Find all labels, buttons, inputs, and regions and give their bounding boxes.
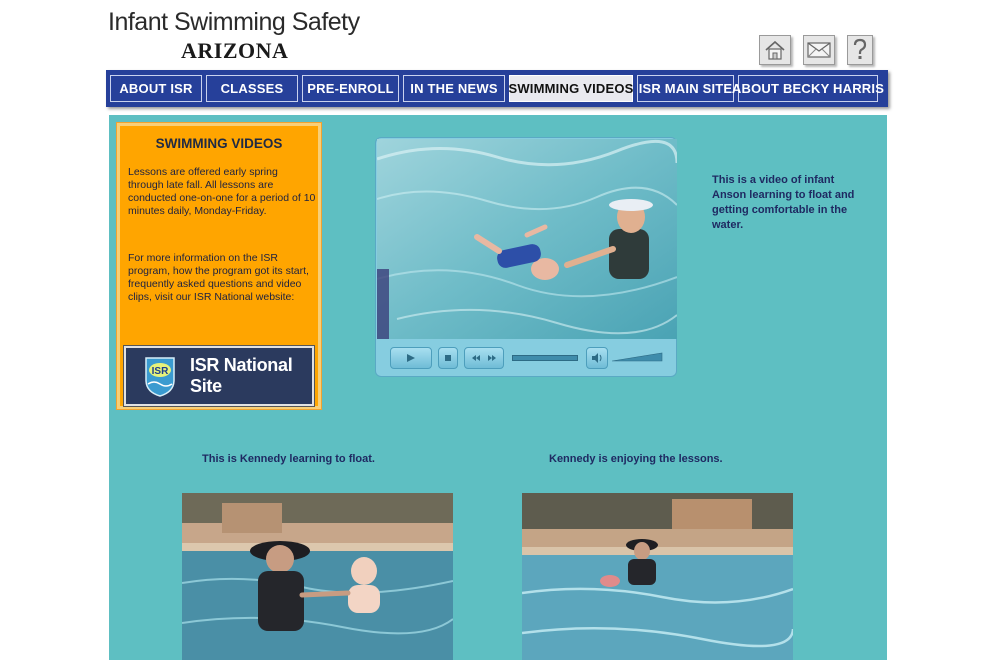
nav-classes[interactable]: CLASSES	[206, 75, 298, 102]
sidebar-info-box: SWIMMING VIDEOS Lessons are offered earl…	[116, 122, 322, 410]
volume-slider[interactable]	[612, 352, 664, 362]
nav-swimming-videos[interactable]: SWIMMING VIDEOS	[508, 75, 633, 102]
main-video-caption: This is a video of infant Anson learning…	[712, 174, 855, 231]
stop-button[interactable]	[438, 347, 458, 369]
video-controls	[376, 340, 676, 376]
site-subtitle: ARIZONA	[181, 38, 289, 63]
nav-pre-enroll[interactable]: PRE-ENROLL	[302, 75, 399, 102]
video-frame[interactable]	[377, 139, 677, 339]
nav-in-the-news[interactable]: IN THE NEWS	[403, 75, 505, 102]
play-button[interactable]	[390, 347, 432, 369]
header-icons	[759, 35, 873, 65]
stop-icon	[445, 355, 451, 361]
play-icon	[407, 354, 415, 362]
rewind-forward-icon	[472, 355, 496, 361]
nav-isr-main-site[interactable]: ISR MAIN SITE	[637, 75, 734, 102]
isr-national-site-link[interactable]: ISR ISR National Site	[123, 345, 315, 407]
left-photo-caption: This is Kennedy learning to float.	[202, 453, 375, 465]
nav-about-becky-harris[interactable]: ABOUT BECKY HARRIS	[732, 75, 884, 102]
main-nav: ABOUT ISR CLASSES PRE-ENROLL IN THE NEWS…	[106, 70, 888, 107]
seek-bar[interactable]	[512, 355, 578, 361]
speaker-icon	[592, 353, 602, 363]
kennedy-enjoying-photo	[522, 493, 793, 660]
home-icon[interactable]	[759, 35, 791, 65]
nav-about-isr[interactable]: ABOUT ISR	[110, 75, 202, 102]
sidebar-paragraph-more-info: For more information on the ISR program,…	[128, 252, 309, 303]
isr-logo-text: ISR	[152, 366, 169, 377]
video-player[interactable]	[375, 137, 677, 377]
isr-banner-label: ISR National Site	[190, 355, 293, 396]
site-title: Infant Swimming Safety	[108, 8, 360, 36]
sidebar-title: SWIMMING VIDEOS	[155, 136, 283, 151]
rewind-forward-buttons[interactable]	[464, 347, 504, 369]
help-icon[interactable]	[847, 35, 873, 65]
right-photo-caption: Kennedy is enjoying the lessons.	[549, 453, 723, 465]
main-content: SWIMMING VIDEOS Lessons are offered earl…	[109, 115, 887, 660]
sidebar-paragraph-lessons: Lessons are offered early spring through…	[128, 166, 316, 217]
kennedy-float-photo	[182, 493, 453, 660]
isr-logo: ISR	[140, 354, 180, 398]
volume-button[interactable]	[586, 347, 608, 369]
mail-icon[interactable]	[803, 35, 835, 65]
